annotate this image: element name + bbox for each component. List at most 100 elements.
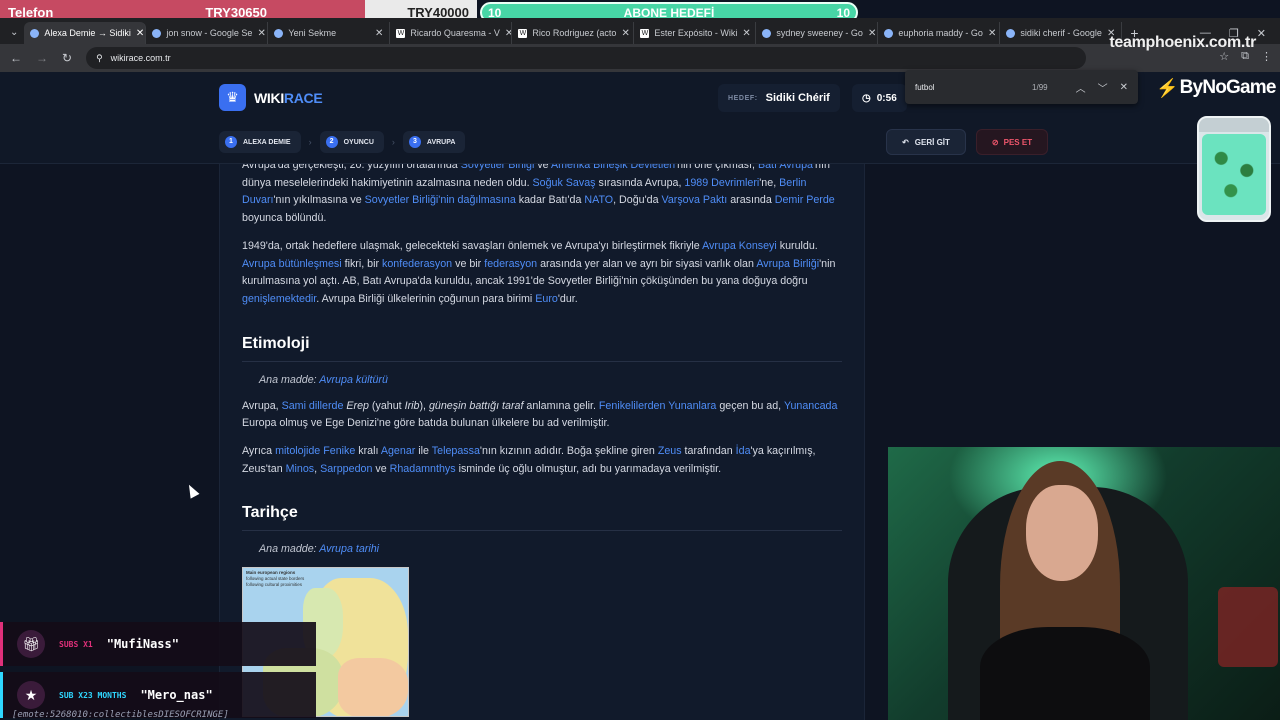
go-back-button[interactable]: ↶ GERİ GİT (886, 129, 966, 155)
article-link[interactable]: Avrupa Birliği (756, 258, 819, 270)
reload-icon[interactable]: ↻ (62, 51, 72, 65)
article-link[interactable]: Avrupa bütünleşmesi (242, 258, 342, 270)
close-window-icon[interactable]: ✕ (1257, 27, 1266, 40)
main-article-link[interactable]: Avrupa kültürü (319, 374, 388, 386)
article-link[interactable]: Sarppedon (320, 463, 372, 475)
menu-icon[interactable]: ⋮ (1261, 50, 1272, 63)
article-link[interactable]: İda (736, 445, 751, 457)
tab-close-icon[interactable]: ✕ (505, 28, 511, 39)
browser-tab[interactable]: jon snow - Google Se ✕ (146, 22, 269, 44)
path-step-number: 2 (325, 136, 338, 148)
article-link[interactable]: Yunanlara (668, 400, 716, 412)
article-link[interactable]: Demir Perde (775, 194, 835, 206)
tab-close-icon[interactable]: ✕ (375, 28, 383, 39)
paragraph-etymology-1: Avrupa, Sami dillerde Erep (yahut Irib),… (242, 398, 842, 433)
browser-tab[interactable]: Yeni Sekme ✕ (268, 22, 391, 44)
article-link[interactable]: Fenike (323, 445, 355, 457)
browser-tab[interactable]: W Ester Expósito - Wiki ✕ (634, 22, 757, 44)
site-info-icon[interactable]: ⚲ (96, 53, 103, 64)
tab-close-icon[interactable]: ✕ (868, 28, 876, 39)
body-text: arasında yer alan ve ayrı bir siyasi var… (537, 257, 757, 270)
path-step-label: AVRUPA (426, 138, 456, 146)
body-text: anlamına gelir. (523, 399, 599, 412)
path-step[interactable]: 3 AVRUPA (402, 131, 466, 153)
article-link[interactable]: Zeus (658, 445, 682, 457)
article-link[interactable]: mitolojide (275, 445, 320, 457)
tab-label: Yeni Sekme (288, 28, 337, 38)
tab-close-icon[interactable]: ✕ (257, 28, 265, 39)
browser-tab[interactable]: W Ricardo Quaresma - V ✕ (390, 22, 513, 44)
body-text: 'nın kızının adıdır. Boğa şekline giren (479, 445, 658, 458)
body-text: arasında (727, 194, 775, 207)
article-link[interactable]: Soğuk Savaş (533, 177, 596, 189)
path-step[interactable]: 1 ALEXA DEMIE (219, 131, 301, 153)
article-link[interactable]: Varşova Paktı (661, 194, 727, 206)
body-text: boyunca bölündü. (242, 212, 327, 225)
heading-history: Tarihçe (242, 504, 842, 532)
article-link[interactable]: Minos (286, 463, 315, 475)
article-link[interactable]: Fenikelilerden (599, 400, 666, 412)
article-link[interactable]: konfederasyon (382, 258, 452, 270)
tab-search-icon[interactable]: ⌄ (4, 22, 24, 44)
article-link[interactable]: genişlemektedir (242, 293, 316, 305)
article-link[interactable]: Avrupa Konseyi (702, 240, 777, 252)
emphasis-text: Erep (346, 399, 369, 412)
article-link[interactable]: 1989 Devrimleri (684, 177, 759, 189)
browser-tab[interactable]: W Rico Rodriguez (acto ✕ (512, 22, 635, 44)
forward-arrow-icon[interactable]: → (36, 51, 48, 65)
tab-close-icon[interactable]: ✕ (988, 28, 996, 39)
browser-tab[interactable]: sidiki cherif - Google ✕ (1000, 22, 1123, 44)
browser-tab[interactable]: sydney sweeney - Go ✕ (756, 22, 879, 44)
browser-tab-bar: ⌄ Alexa Demie → Sidiki ✕ jon snow - Google… (0, 18, 1280, 44)
browser-tab[interactable]: euphoria maddy - Go ✕ (878, 22, 1001, 44)
find-close-icon[interactable]: ✕ (1120, 82, 1128, 93)
tab-label: Ricardo Quaresma - V (410, 28, 500, 38)
tab-close-icon[interactable]: ✕ (742, 28, 750, 39)
alert-item: 🎁︎ SUBS X1 "MufiNass" (0, 622, 316, 666)
article-link[interactable]: Batı Avrupa (758, 164, 813, 171)
back-arrow-icon[interactable]: ← (10, 51, 22, 65)
clock-icon: ◷ (862, 92, 871, 104)
article-link[interactable]: NATO (584, 194, 613, 206)
article-link[interactable]: Euro (535, 293, 558, 305)
article-link[interactable]: Telepassa (432, 445, 480, 457)
article-link[interactable]: federasyon (484, 258, 537, 270)
path-step-label: OYUNCU (343, 138, 374, 146)
target-label: HEDEF: (728, 94, 758, 102)
give-up-label: PES ET (1003, 137, 1033, 147)
paragraph-european-union: 1949'da, ortak hedeflere ulaşmak, gelece… (242, 238, 842, 309)
find-prev-icon[interactable]: ︿ (1076, 80, 1086, 95)
chat-emote-text: [emote:5268010:collectiblesDIESOFCRINGE] (12, 710, 229, 720)
tab-close-icon[interactable]: ✕ (136, 28, 144, 39)
wikirace-logo[interactable]: WIKIRACE (254, 90, 323, 106)
find-next-icon[interactable]: ﹀ (1098, 80, 1108, 95)
article-link[interactable]: Agenar (381, 445, 415, 457)
bookmark-star-icon[interactable]: ☆ (1219, 50, 1229, 63)
tab-label: euphoria maddy - Go (898, 28, 983, 38)
body-text: 'dur. (557, 292, 578, 305)
body-text: ve (534, 164, 551, 171)
body-text: 'nın yıkılmasına ve (273, 194, 365, 207)
main-article-note: Ana madde: Avrupa tarihi (259, 543, 842, 555)
article-link[interactable]: Yunancada (784, 400, 838, 412)
article-link[interactable]: Amerika Birleşik Devletleri (551, 164, 675, 171)
bynogame-mark-icon: ⚡ (1156, 77, 1178, 98)
wikipedia-icon: W (518, 28, 528, 38)
article-link[interactable]: Sovyetler Birliği (461, 164, 535, 171)
give-up-button[interactable]: ⊘ PES ET (976, 129, 1048, 155)
tab-close-icon[interactable]: ✕ (621, 28, 629, 39)
bynogame-text: ByNoGame (1179, 77, 1277, 98)
emphasis-text: Irib (404, 399, 420, 412)
url-field[interactable]: ⚲ wikirace.com.tr (86, 47, 1087, 69)
article-link[interactable]: Sami dillerde (282, 400, 344, 412)
article-link[interactable]: Sovyetler Birliği'nin dağılmasına (365, 194, 516, 206)
extension-icon[interactable]: ⧉ (1241, 50, 1249, 63)
body-text: kralı (355, 445, 381, 458)
url-text: wikirace.com.tr (110, 53, 171, 63)
article-link[interactable]: Rhadamnthys (390, 463, 456, 475)
main-article-link[interactable]: Avrupa tarihi (319, 543, 379, 555)
find-input[interactable]: futbol (915, 83, 935, 92)
path-step[interactable]: 2 OYUNCU (319, 131, 384, 153)
browser-tab[interactable]: Alexa Demie → Sidiki ✕ (24, 22, 147, 44)
body-text: ve bir (452, 257, 485, 270)
